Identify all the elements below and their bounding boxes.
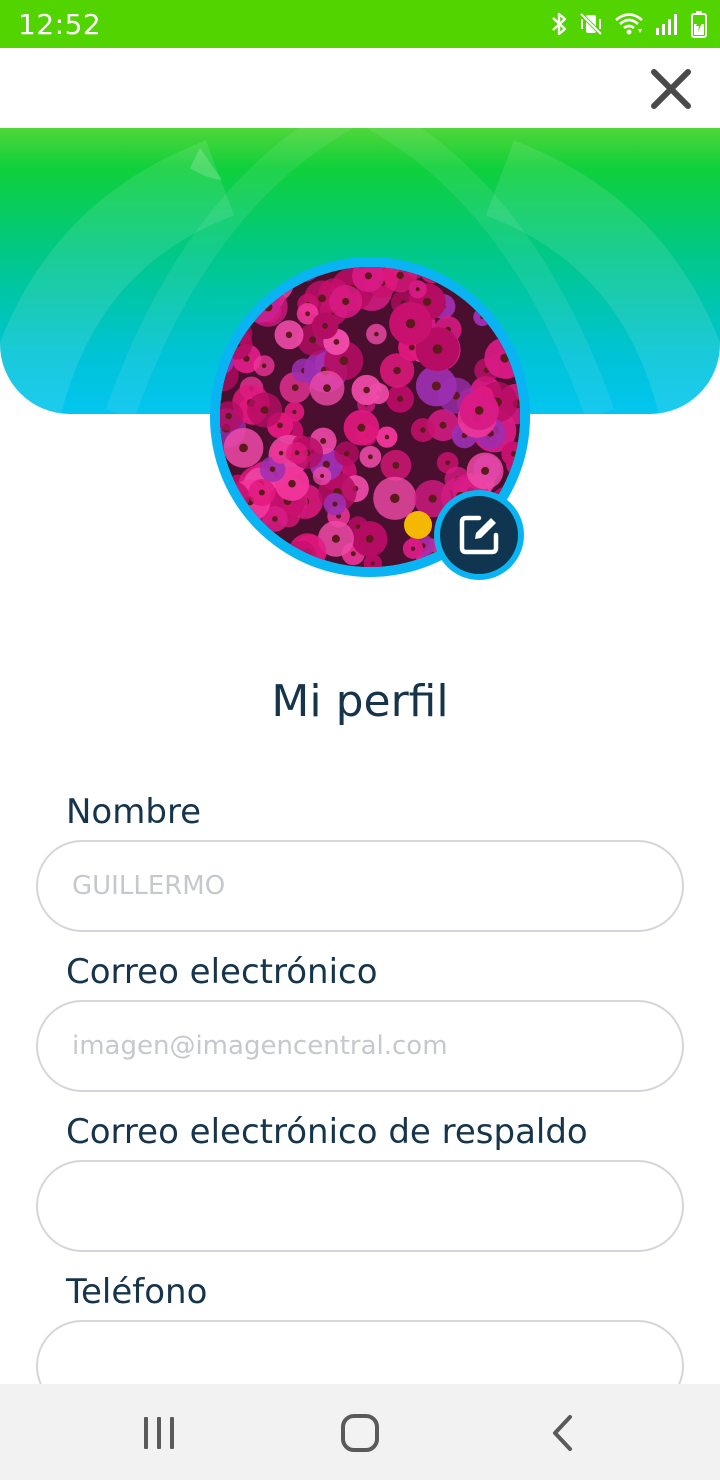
name-input[interactable] <box>36 840 684 932</box>
wifi-icon <box>614 11 644 37</box>
status-time: 12:52 <box>18 8 102 41</box>
page-title: Mi perfil <box>271 676 449 727</box>
phone-label: Teléfono <box>66 1272 208 1312</box>
bluetooth-icon <box>550 11 568 37</box>
home-button[interactable] <box>325 1398 395 1468</box>
email-label: Correo electrónico <box>66 952 378 992</box>
back-button[interactable] <box>528 1398 598 1468</box>
back-icon <box>553 1415 572 1451</box>
email-input[interactable] <box>36 1000 684 1092</box>
battery-charging-icon <box>690 10 708 38</box>
close-button[interactable] <box>648 66 694 112</box>
signal-icon <box>654 11 680 37</box>
status-icons <box>550 10 708 38</box>
recent-apps-button[interactable] <box>124 1398 194 1468</box>
status-bar: 12:52 <box>0 0 720 48</box>
edit-avatar-button-inner <box>440 496 518 574</box>
system-navigation-bar <box>0 1384 720 1480</box>
name-label: Nombre <box>66 792 202 832</box>
edit-icon <box>459 515 499 555</box>
edit-avatar-button[interactable] <box>434 490 524 580</box>
backup-email-input[interactable] <box>36 1160 684 1252</box>
backup-email-label: Correo electrónico de respaldo <box>66 1112 588 1152</box>
home-icon <box>341 1414 379 1452</box>
close-icon <box>651 69 691 109</box>
top-bar <box>0 48 720 128</box>
recent-apps-icon <box>144 1417 174 1449</box>
mute-vibrate-icon <box>578 11 604 37</box>
